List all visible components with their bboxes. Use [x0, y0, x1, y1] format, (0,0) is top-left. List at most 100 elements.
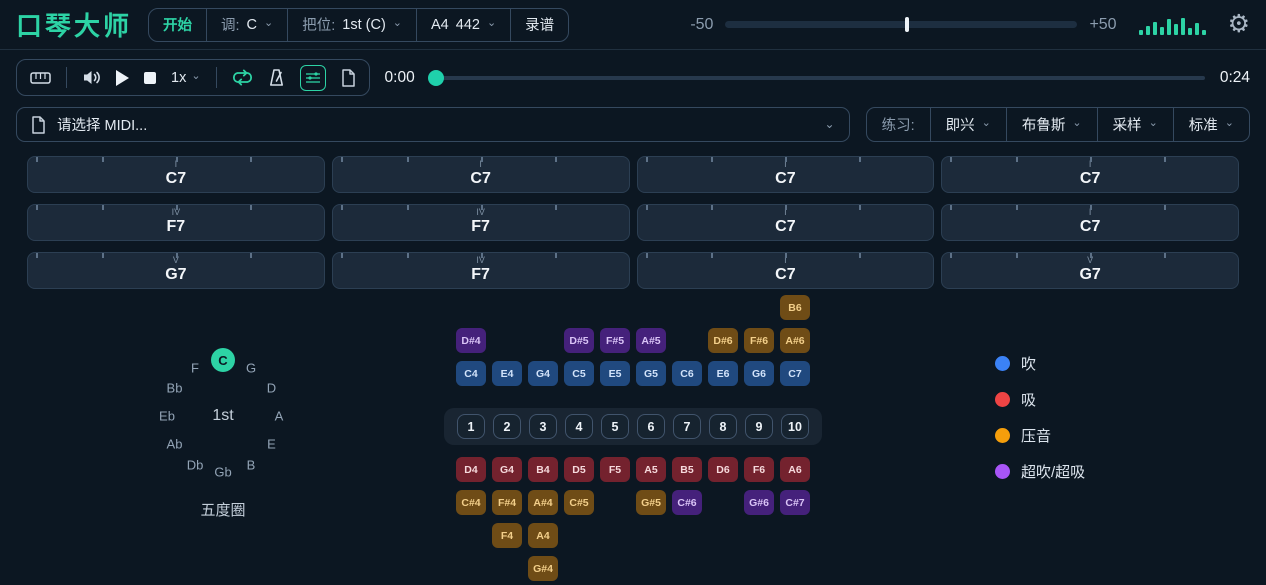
- circle-note-F[interactable]: F: [191, 360, 199, 375]
- note-F#5[interactable]: F#5: [600, 328, 630, 353]
- note-F4[interactable]: F4: [492, 523, 522, 548]
- detune-slider-handle[interactable]: [905, 17, 909, 32]
- progress-slider[interactable]: [430, 70, 1205, 86]
- circle-note-E[interactable]: E: [267, 437, 276, 452]
- chord-cell-C7[interactable]: IC7: [637, 252, 935, 289]
- hole-3[interactable]: 3: [529, 414, 557, 439]
- note-G#6[interactable]: G#6: [744, 490, 774, 515]
- play-button[interactable]: [116, 70, 129, 86]
- hole-9[interactable]: 9: [745, 414, 773, 439]
- midi-keyboard-icon[interactable]: [30, 70, 51, 86]
- chord-cell-G7[interactable]: VG7: [27, 252, 325, 289]
- circle-note-A[interactable]: A: [275, 409, 284, 424]
- record-score-button[interactable]: 录谱: [510, 9, 568, 41]
- hole-7[interactable]: 7: [673, 414, 701, 439]
- beat-tick: [859, 253, 861, 258]
- circle-note-Gb[interactable]: Gb: [214, 465, 231, 480]
- note-D#4[interactable]: D#4: [456, 328, 486, 353]
- chord-cell-C7[interactable]: IC7: [941, 156, 1239, 193]
- note-G4[interactable]: G4: [528, 361, 558, 386]
- circle-note-D[interactable]: D: [267, 381, 276, 396]
- note-D4[interactable]: D4: [456, 457, 486, 482]
- note-E5[interactable]: E5: [600, 361, 630, 386]
- note-G5[interactable]: G5: [636, 361, 666, 386]
- key-label: 调:: [221, 14, 240, 35]
- note-D5[interactable]: D5: [564, 457, 594, 482]
- note-A6[interactable]: A6: [780, 457, 810, 482]
- note-C#7[interactable]: C#7: [780, 490, 810, 515]
- hole-8[interactable]: 8: [709, 414, 737, 439]
- speaker-icon[interactable]: [82, 69, 101, 86]
- stop-button[interactable]: [144, 72, 156, 84]
- note-D6[interactable]: D6: [708, 457, 738, 482]
- note-A4[interactable]: A4: [528, 523, 558, 548]
- note-G#5[interactable]: G#5: [636, 490, 666, 515]
- practice-dropdown-1[interactable]: 布鲁斯⌄: [1006, 108, 1097, 141]
- note-B5[interactable]: B5: [672, 457, 702, 482]
- detune-slider[interactable]: [725, 21, 1077, 28]
- progress-handle[interactable]: [428, 70, 444, 86]
- hole-4[interactable]: 4: [565, 414, 593, 439]
- metronome-icon[interactable]: [268, 68, 285, 87]
- midi-file-select[interactable]: 请选择 MIDI... ⌄: [16, 107, 850, 142]
- circle-note-Eb[interactable]: Eb: [159, 409, 175, 424]
- note-C#4[interactable]: C#4: [456, 490, 486, 515]
- hole-6[interactable]: 6: [637, 414, 665, 439]
- tab-view-icon[interactable]: [300, 65, 326, 91]
- note-C7[interactable]: C7: [780, 361, 810, 386]
- chord-cell-C7[interactable]: IC7: [637, 156, 935, 193]
- note-F6[interactable]: F6: [744, 457, 774, 482]
- hole-1[interactable]: 1: [457, 414, 485, 439]
- chord-cell-C7[interactable]: IC7: [941, 204, 1239, 241]
- note-G4[interactable]: G4: [492, 457, 522, 482]
- pitch-select[interactable]: A4 442 ⌄: [416, 9, 510, 41]
- note-C#5[interactable]: C#5: [564, 490, 594, 515]
- note-G#4[interactable]: G#4: [528, 556, 558, 581]
- key-select[interactable]: 调: C ⌄: [206, 9, 287, 41]
- note-A5[interactable]: A5: [636, 457, 666, 482]
- note-C6[interactable]: C6: [672, 361, 702, 386]
- settings-gear-icon[interactable]: ⚙: [1228, 12, 1250, 37]
- chord-cell-F7[interactable]: IVF7: [332, 252, 630, 289]
- note-B6[interactable]: B6: [780, 295, 810, 320]
- practice-dropdown-3[interactable]: 标准⌄: [1173, 108, 1249, 141]
- note-A#5[interactable]: A#5: [636, 328, 666, 353]
- circle-note-Db[interactable]: Db: [187, 457, 204, 472]
- note-C4[interactable]: C4: [456, 361, 486, 386]
- sheet-music-icon[interactable]: [341, 69, 356, 87]
- note-A#4[interactable]: A#4: [528, 490, 558, 515]
- position-select[interactable]: 把位: 1st (C) ⌄: [287, 9, 416, 41]
- start-button[interactable]: 开始: [149, 9, 206, 41]
- circle-note-G[interactable]: G: [246, 360, 256, 375]
- note-F#6[interactable]: F#6: [744, 328, 774, 353]
- chord-cell-C7[interactable]: IC7: [332, 156, 630, 193]
- note-F5[interactable]: F5: [600, 457, 630, 482]
- hole-10[interactable]: 10: [781, 414, 809, 439]
- note-C#6[interactable]: C#6: [672, 490, 702, 515]
- note-G6[interactable]: G6: [744, 361, 774, 386]
- note-C5[interactable]: C5: [564, 361, 594, 386]
- speed-select[interactable]: 1x ⌄: [171, 70, 201, 86]
- hole-2[interactable]: 2: [493, 414, 521, 439]
- practice-dropdown-2[interactable]: 采样⌄: [1097, 108, 1173, 141]
- chord-cell-C7[interactable]: IC7: [637, 204, 935, 241]
- note-A#6[interactable]: A#6: [780, 328, 810, 353]
- hole-5[interactable]: 5: [601, 414, 629, 439]
- chord-cell-C7[interactable]: IC7: [27, 156, 325, 193]
- circle-note-Bb[interactable]: Bb: [167, 381, 183, 396]
- circle-note-B[interactable]: B: [247, 457, 256, 472]
- note-D#6[interactable]: D#6: [708, 328, 738, 353]
- practice-dropdown-0[interactable]: 即兴⌄: [930, 108, 1006, 141]
- loop-icon[interactable]: [232, 69, 253, 86]
- chord-cell-F7[interactable]: IVF7: [332, 204, 630, 241]
- chord-name: C7: [1080, 169, 1100, 188]
- note-E4[interactable]: E4: [492, 361, 522, 386]
- circle-note-C[interactable]: C: [211, 348, 235, 372]
- note-B4[interactable]: B4: [528, 457, 558, 482]
- chord-cell-F7[interactable]: IVF7: [27, 204, 325, 241]
- note-D#5[interactable]: D#5: [564, 328, 594, 353]
- circle-note-Ab[interactable]: Ab: [167, 437, 183, 452]
- note-E6[interactable]: E6: [708, 361, 738, 386]
- note-F#4[interactable]: F#4: [492, 490, 522, 515]
- chord-cell-G7[interactable]: VG7: [941, 252, 1239, 289]
